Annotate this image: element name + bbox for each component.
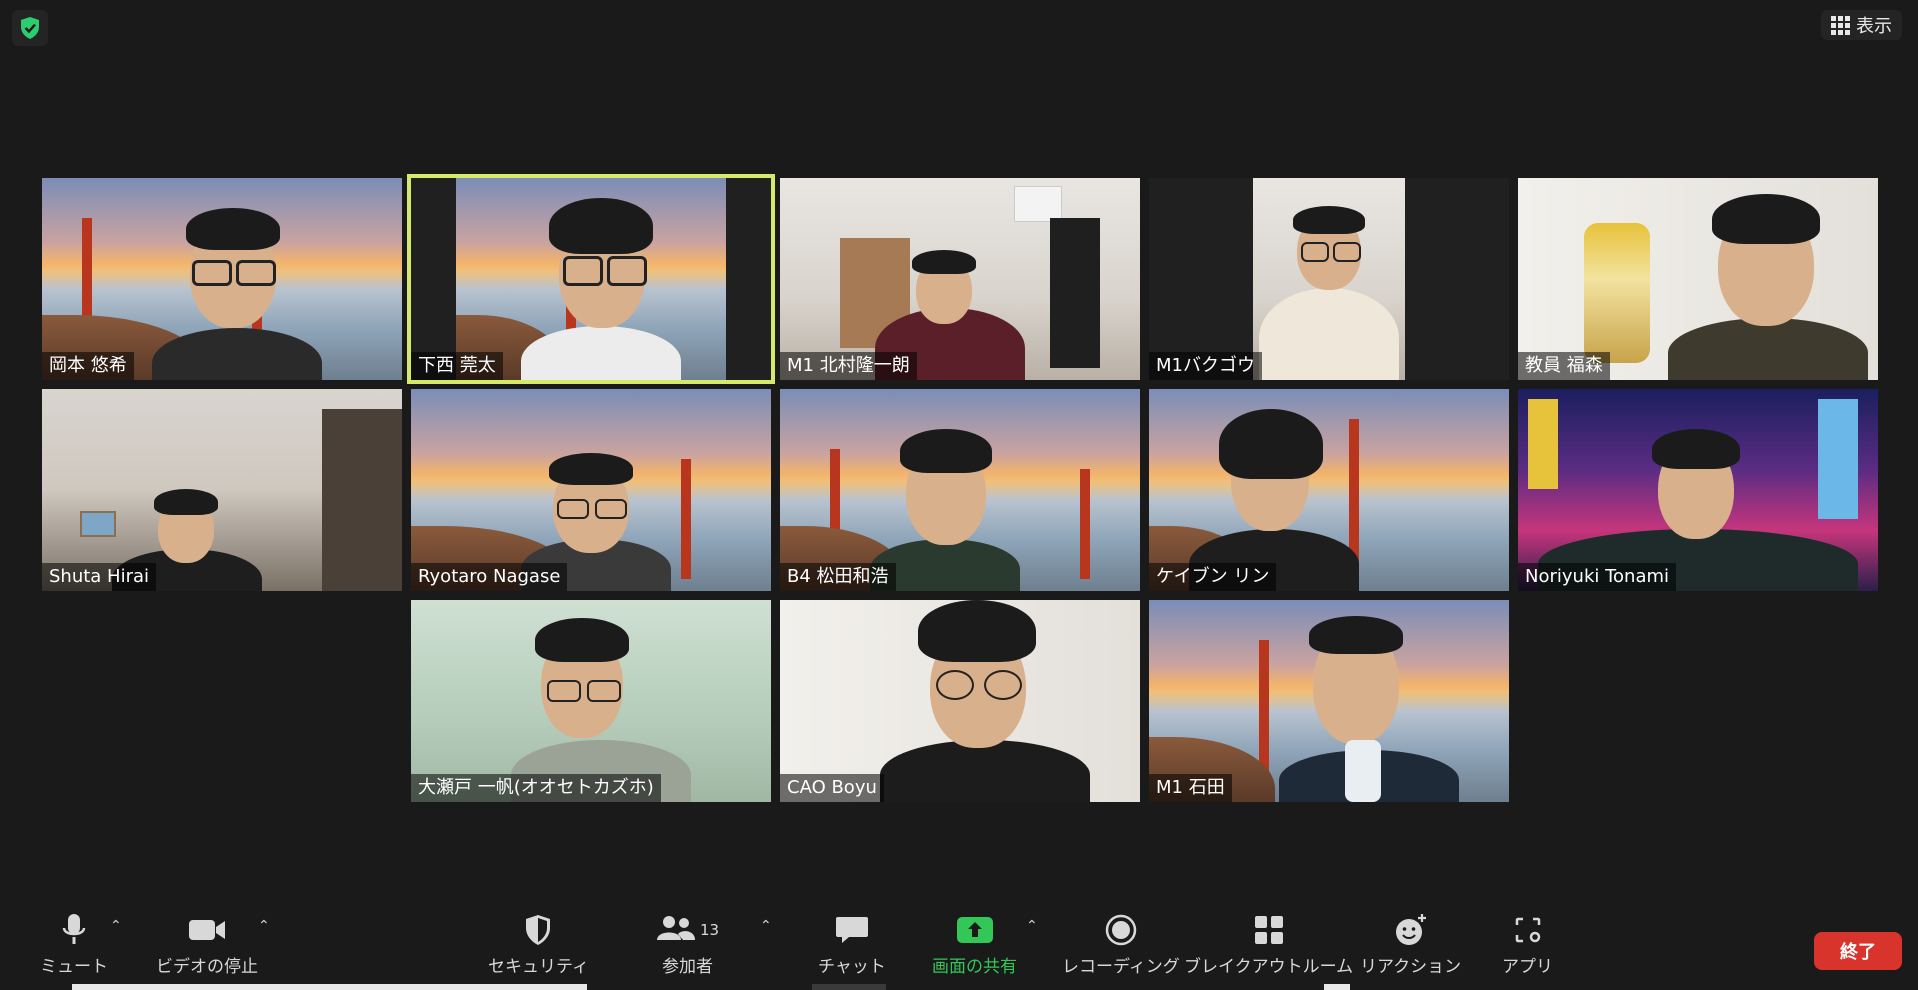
breakout-rooms-button[interactable]: ブレイクアウトルーム [1184,910,1353,977]
video-tile-active-speaker[interactable]: 下西 莞太 [407,174,775,384]
participant-name: 岡本 悠希 [42,352,134,380]
participant-name: M1バクゴウ [1149,352,1262,380]
grid-icon [1831,15,1850,35]
microphone-icon [60,910,88,950]
beer-can [1584,223,1650,363]
shield-icon [524,910,552,950]
participant-name: 大瀬戸 一帆(オオセトカズホ) [411,774,661,802]
participant-name: CAO Boyu [780,774,884,802]
participant-name: Shuta Hirai [42,563,157,591]
participant-name: B4 松田和浩 [780,563,896,591]
participant-name: Noriyuki Tonami [1518,563,1677,591]
apps-button[interactable]: アプリ [1502,910,1553,977]
chat-bubble-icon [835,910,869,950]
video-tile[interactable]: M1バクゴウ [1149,178,1509,380]
view-button[interactable]: 表示 [1821,10,1902,40]
participant-name: 下西 莞太 [411,352,503,380]
video-tile[interactable]: Shuta Hirai [42,389,402,591]
video-tile[interactable]: 岡本 悠希 [42,178,402,380]
participant-name: Ryotaro Nagase [411,563,568,591]
video-tile[interactable]: Noriyuki Tonami [1518,389,1878,591]
video-tile[interactable]: 教員 福森 [1518,178,1878,380]
participants-count: 13 [700,921,720,939]
mute-options-chevron-icon[interactable]: ⌃ [110,918,122,934]
view-label: 表示 [1856,16,1892,37]
video-stop-button[interactable]: ビデオの停止 [156,910,258,977]
chat-indicator-strip [812,984,886,990]
video-tile[interactable]: B4 松田和浩 [780,389,1140,591]
video-camera-icon [188,910,226,950]
meeting-toolbar: ミュート ⌃ ビデオの停止 ⌃ セキュリティ 13 参加者 ⌃ チャット 画面の… [0,900,1918,990]
apps-icon [1513,910,1543,950]
mute-button[interactable]: ミュート [40,910,108,977]
video-options-chevron-icon[interactable]: ⌃ [258,918,270,934]
participants-button[interactable]: 13 参加者 [656,910,719,977]
share-screen-button[interactable]: 画面の共有 [932,910,1017,977]
security-button[interactable]: セキュリティ [488,910,589,977]
video-tile[interactable]: CAO Boyu [780,600,1140,802]
participant-name: 教員 福森 [1518,352,1610,380]
chat-button[interactable]: チャット [818,910,886,977]
record-button[interactable]: レコーディング [1062,910,1180,977]
drink-can [1345,740,1381,802]
share-options-chevron-icon[interactable]: ⌃ [1026,918,1038,934]
video-tile[interactable]: M1 石田 [1149,600,1509,802]
participants-options-chevron-icon[interactable]: ⌃ [760,918,772,934]
participants-icon [656,914,696,947]
video-tile[interactable]: 大瀬戸 一帆(オオセトカズホ) [411,600,771,802]
participant-name: M1 石田 [1149,774,1232,802]
breakout-grid-icon [1253,910,1285,950]
reactions-button[interactable]: リアクション [1360,910,1461,977]
participant-name: ケイブン リン [1149,563,1277,591]
emoji-plus-icon [1394,910,1428,950]
record-icon [1105,910,1137,950]
video-tile[interactable]: M1 北村隆一朗 [780,178,1140,380]
taskbar-strip [72,984,587,990]
video-tile[interactable]: ケイブン リン [1149,389,1509,591]
security-shield-icon[interactable] [12,10,48,46]
participant-name: M1 北村隆一朗 [780,352,917,380]
taskbar-strip [1324,984,1350,990]
video-tile[interactable]: Ryotaro Nagase [411,389,771,591]
end-meeting-button[interactable]: 終了 [1814,932,1902,970]
share-screen-icon [956,910,994,950]
